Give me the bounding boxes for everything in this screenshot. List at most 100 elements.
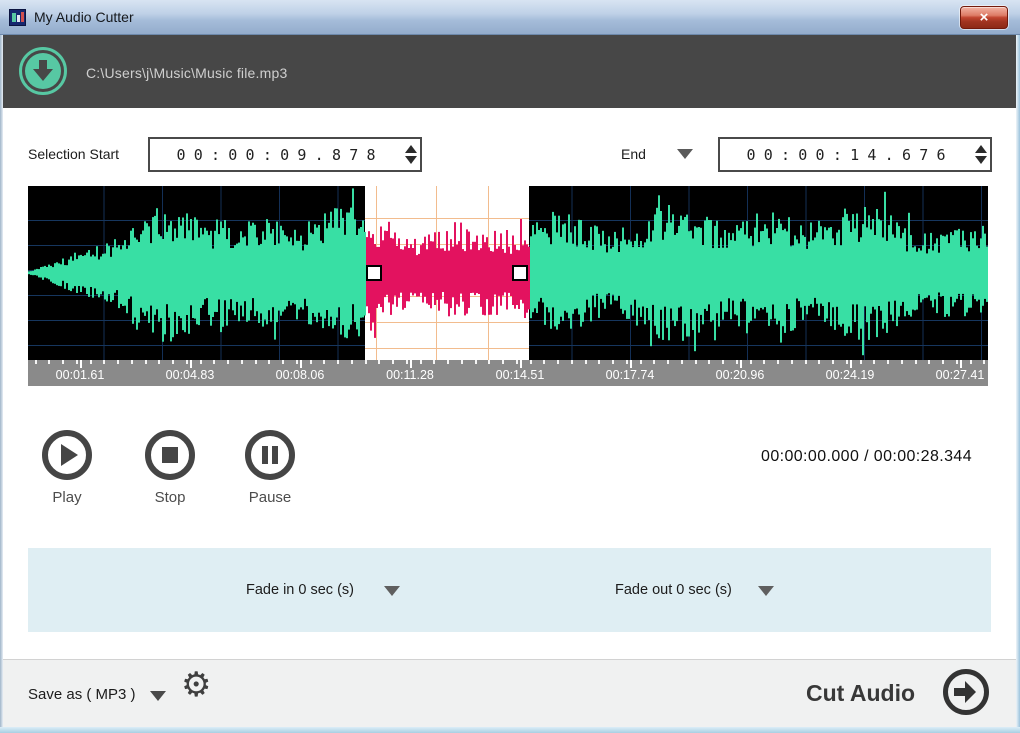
timeline-minor-tick [805, 360, 807, 364]
timeline-minor-tick [681, 360, 683, 364]
settings-gear-icon[interactable]: ⚙ [181, 668, 211, 702]
timeline-label: 00:20.96 [716, 368, 765, 382]
selection-start-value[interactable]: 00:00:09.878 [150, 146, 402, 164]
timeline-minor-tick [722, 360, 724, 364]
stop-button[interactable] [145, 430, 195, 480]
waveform-display[interactable] [28, 186, 988, 360]
save-as-dropdown[interactable]: Save as ( MP3 ) [28, 686, 136, 703]
window-frame-right [1016, 35, 1020, 733]
timeline-minor-tick [736, 360, 738, 364]
timeline-minor-tick [337, 360, 339, 364]
timeline-major-tick [190, 360, 192, 368]
pause-button[interactable] [245, 430, 295, 480]
timeline-minor-tick [296, 360, 298, 364]
selection-start-spinner[interactable] [402, 139, 420, 170]
timeline-label: 00:08.06 [276, 368, 325, 382]
fade-out-dropdown-icon[interactable] [758, 586, 774, 596]
selection-left-handle[interactable] [366, 265, 382, 281]
save-as-dropdown-icon[interactable] [150, 691, 166, 701]
spinner-up-icon[interactable] [405, 145, 417, 153]
timeline-minor-tick [461, 360, 463, 364]
timeline-minor-tick [406, 360, 408, 364]
waveform [28, 186, 988, 360]
timeline-major-tick [850, 360, 852, 368]
timeline-minor-tick [213, 360, 215, 364]
footer-bar: Save as ( MP3 ) ⚙ Cut Audio [3, 659, 1016, 727]
pause-icon [262, 446, 268, 464]
timeline-minor-tick [172, 360, 174, 364]
timeline-minor-tick [915, 360, 917, 364]
timeline-minor-tick [103, 360, 105, 364]
timeline-minor-tick [502, 360, 504, 364]
timeline-minor-tick [901, 360, 903, 364]
end-dropdown-icon[interactable] [677, 149, 693, 159]
timeline-minor-tick [48, 360, 50, 364]
cut-audio-arrow-button[interactable] [943, 669, 989, 715]
close-button[interactable]: × [960, 6, 1008, 29]
file-header: C:\Users\j\Music\Music file.mp3 [3, 35, 1016, 108]
timeline-minor-tick [227, 360, 229, 364]
timeline-minor-tick [145, 360, 147, 364]
timeline-major-tick [520, 360, 522, 368]
fade-in-dropdown-icon[interactable] [384, 586, 400, 596]
pause-label: Pause [225, 489, 315, 506]
timeline[interactable]: 00:01.6100:04.8300:08.0600:11.2800:14.51… [28, 360, 988, 386]
window-title: My Audio Cutter [34, 9, 134, 25]
timeline-minor-tick [626, 360, 628, 364]
play-label: Play [22, 489, 112, 506]
timeline-minor-tick [447, 360, 449, 364]
pause-icon [272, 446, 278, 464]
timeline-minor-tick [612, 360, 614, 364]
timeline-minor-tick [392, 360, 394, 364]
fade-in-dropdown[interactable]: Fade in 0 sec (s) [246, 582, 354, 598]
play-button[interactable] [42, 430, 92, 480]
timeline-minor-tick [186, 360, 188, 364]
timeline-label: 00:24.19 [826, 368, 875, 382]
title-bar[interactable]: My Audio Cutter × [0, 0, 1020, 35]
end-mode-label[interactable]: End [621, 146, 646, 162]
timeline-minor-tick [241, 360, 243, 364]
spinner-down-icon[interactable] [405, 156, 417, 164]
selection-end-field[interactable]: 00:00:14.676 [718, 137, 992, 172]
timeline-minor-tick [942, 360, 944, 364]
timeline-minor-tick [860, 360, 862, 364]
timeline-label: 00:17.74 [606, 368, 655, 382]
timeline-minor-tick [928, 360, 930, 364]
timeline-minor-tick [571, 360, 573, 364]
download-arrow-head-icon [33, 69, 53, 81]
play-icon [61, 444, 78, 466]
timeline-minor-tick [557, 360, 559, 364]
cut-audio-button[interactable]: Cut Audio [806, 680, 915, 707]
timeline-minor-tick [158, 360, 160, 364]
stop-icon [162, 447, 178, 463]
timeline-label: 00:04.83 [166, 368, 215, 382]
selection-end-value[interactable]: 00:00:14.676 [720, 146, 972, 164]
timeline-minor-tick [887, 360, 889, 364]
selection-end-spinner[interactable] [972, 139, 990, 170]
timeline-minor-tick [516, 360, 518, 364]
fade-out-dropdown[interactable]: Fade out 0 sec (s) [615, 582, 732, 598]
stop-label: Stop [125, 489, 215, 506]
timeline-minor-tick [433, 360, 435, 364]
timeline-minor-tick [708, 360, 710, 364]
timeline-major-tick [80, 360, 82, 368]
timeline-minor-tick [117, 360, 119, 364]
timeline-minor-tick [420, 360, 422, 364]
timeline-minor-tick [255, 360, 257, 364]
right-arrow-head-icon [965, 681, 976, 703]
selection-start-label: Selection Start [28, 146, 119, 162]
selection-right-handle[interactable] [512, 265, 528, 281]
timeline-minor-tick [268, 360, 270, 364]
timeline-minor-tick [200, 360, 202, 364]
app-window: My Audio Cutter × C:\Users\j\Music\Music… [0, 0, 1020, 733]
selection-start-field[interactable]: 00:00:09.878 [148, 137, 422, 172]
timeline-minor-tick [282, 360, 284, 364]
app-icon [9, 9, 26, 26]
timeline-minor-tick [378, 360, 380, 364]
spinner-down-icon[interactable] [975, 156, 987, 164]
timeline-minor-tick [131, 360, 133, 364]
spinner-up-icon[interactable] [975, 145, 987, 153]
playback-time-display: 00:00:00.000 / 00:00:28.344 [761, 448, 972, 466]
timeline-minor-tick [310, 360, 312, 364]
open-file-icon[interactable] [19, 47, 67, 95]
